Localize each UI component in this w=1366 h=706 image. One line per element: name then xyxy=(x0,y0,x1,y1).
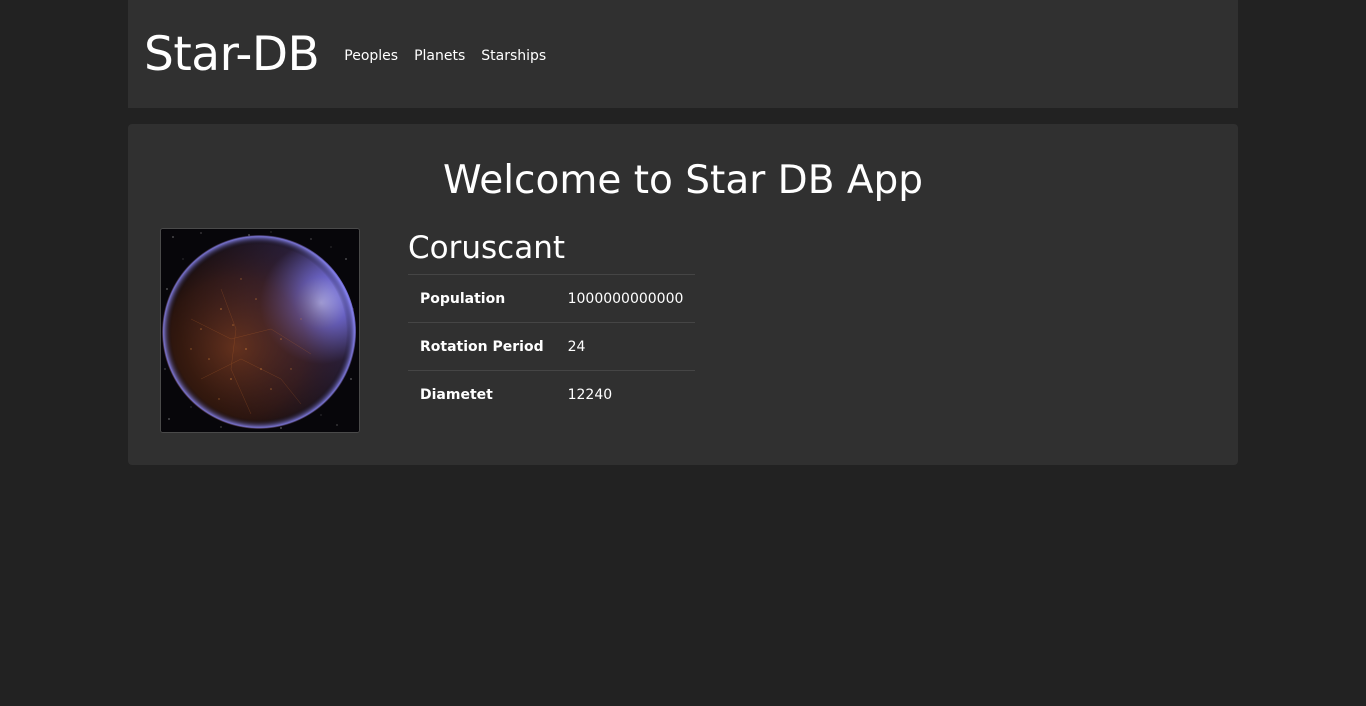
random-planet-panel: Welcome to Star DB App Coruscant Populat… xyxy=(128,124,1238,465)
detail-value: 24 xyxy=(567,338,586,355)
nav-link-peoples[interactable]: Peoples xyxy=(344,48,398,64)
planet-details-table: Population 1000000000000 Rotation Period… xyxy=(408,274,696,419)
nav-link-starships[interactable]: Starships xyxy=(481,48,546,64)
main-nav: Peoples Planets Starships xyxy=(344,48,546,64)
nav-link-planets[interactable]: Planets xyxy=(414,48,465,64)
welcome-heading: Welcome to Star DB App xyxy=(442,158,924,203)
planet-image xyxy=(160,228,360,433)
detail-value: 12240 xyxy=(567,386,613,403)
detail-row-population: Population 1000000000000 xyxy=(408,274,696,323)
detail-value: 1000000000000 xyxy=(567,290,684,307)
planet-image-graphic xyxy=(161,229,359,432)
app-header: Star-DB Peoples Planets Starships xyxy=(128,0,1238,108)
detail-row-diameter: Diametet 12240 xyxy=(408,370,696,419)
detail-term: Population xyxy=(420,290,506,307)
detail-term: Diametet xyxy=(420,386,493,403)
detail-row-rotation-period: Rotation Period 24 xyxy=(408,322,696,371)
planet-name: Coruscant xyxy=(408,230,565,266)
detail-term: Rotation Period xyxy=(420,338,544,355)
brand-logo-link[interactable]: Star-DB xyxy=(144,31,320,78)
